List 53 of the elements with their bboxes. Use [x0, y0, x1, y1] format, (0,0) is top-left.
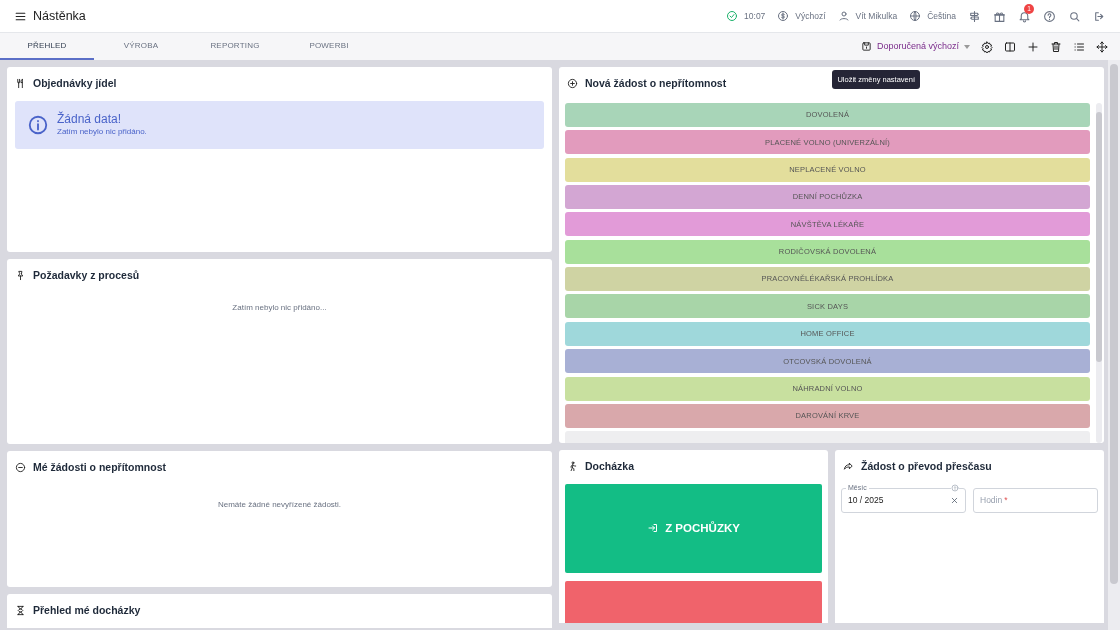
clear-icon[interactable] [950, 495, 959, 505]
language-label[interactable]: Čeština [927, 9, 956, 23]
search-icon[interactable] [1068, 9, 1081, 23]
info-icon [27, 113, 49, 136]
card-title: Přehled mé docházky [33, 603, 141, 618]
alert-text: Zatím nebylo nic přidáno. [57, 125, 147, 138]
trash-icon[interactable] [1050, 40, 1062, 53]
settings-icon[interactable] [981, 40, 993, 53]
hourglass-icon [15, 605, 26, 617]
currency-label[interactable]: Výchozí [795, 9, 826, 23]
card-title: Mé žádosti o nepřítomnost [33, 460, 166, 475]
clock-time: 10:07 [744, 9, 766, 23]
save-icon [860, 41, 872, 52]
card-title: Docházka [585, 459, 635, 474]
bell-icon[interactable] [1018, 9, 1031, 23]
check-circle-icon[interactable] [726, 10, 739, 22]
minus-circle-icon [15, 462, 26, 474]
logout-icon[interactable] [1093, 9, 1106, 23]
pin-icon [15, 270, 26, 282]
scrollbar[interactable] [1108, 60, 1120, 630]
empty-message: Zatím nebylo nic přidáno... [232, 302, 327, 312]
layout-dropdown[interactable]: Doporučená výchozí [860, 39, 970, 54]
help-icon[interactable] [1043, 9, 1056, 23]
move-icon[interactable] [1096, 40, 1108, 53]
signpost-icon[interactable] [968, 9, 981, 23]
alert-title: Žádná data! [57, 111, 123, 126]
login-icon [647, 522, 660, 535]
tab[interactable]: PŘEHLED [0, 33, 94, 60]
list-icon[interactable] [1073, 40, 1085, 53]
columns-icon[interactable] [1004, 40, 1016, 53]
tab[interactable]: VÝROBA [94, 33, 188, 60]
plus-icon[interactable] [1027, 40, 1039, 53]
card-title: Žádost o převod přesčasu [861, 459, 992, 474]
card-title: Požadavky z procesů [33, 268, 140, 283]
page-title: Nástěnka [33, 7, 86, 25]
card-title: Objednávky jídel [33, 76, 117, 91]
caret-icon [964, 44, 970, 49]
empty-message: Nemáte žádné nevyřízené žádosti. [217, 499, 342, 509]
help-icon [951, 483, 959, 492]
card-title: Nová žádost o nepřítomnost [585, 76, 727, 91]
tab[interactable]: REPORTING [188, 33, 282, 60]
share-arrow-icon [843, 461, 854, 473]
walking-person-icon [567, 461, 578, 473]
plus-circle-icon [567, 78, 578, 90]
hours-field[interactable]: Hodin * [973, 487, 1098, 513]
dollar-icon[interactable] [777, 10, 790, 22]
scrollbar[interactable] [1096, 102, 1102, 443]
gift-icon[interactable] [993, 9, 1006, 23]
globe-icon[interactable] [909, 10, 922, 22]
user-icon[interactable] [837, 10, 850, 22]
utensils-icon [15, 78, 26, 90]
user-name[interactable]: Vít Mikulka [855, 9, 898, 23]
tab[interactable]: POWERBI [282, 33, 376, 60]
